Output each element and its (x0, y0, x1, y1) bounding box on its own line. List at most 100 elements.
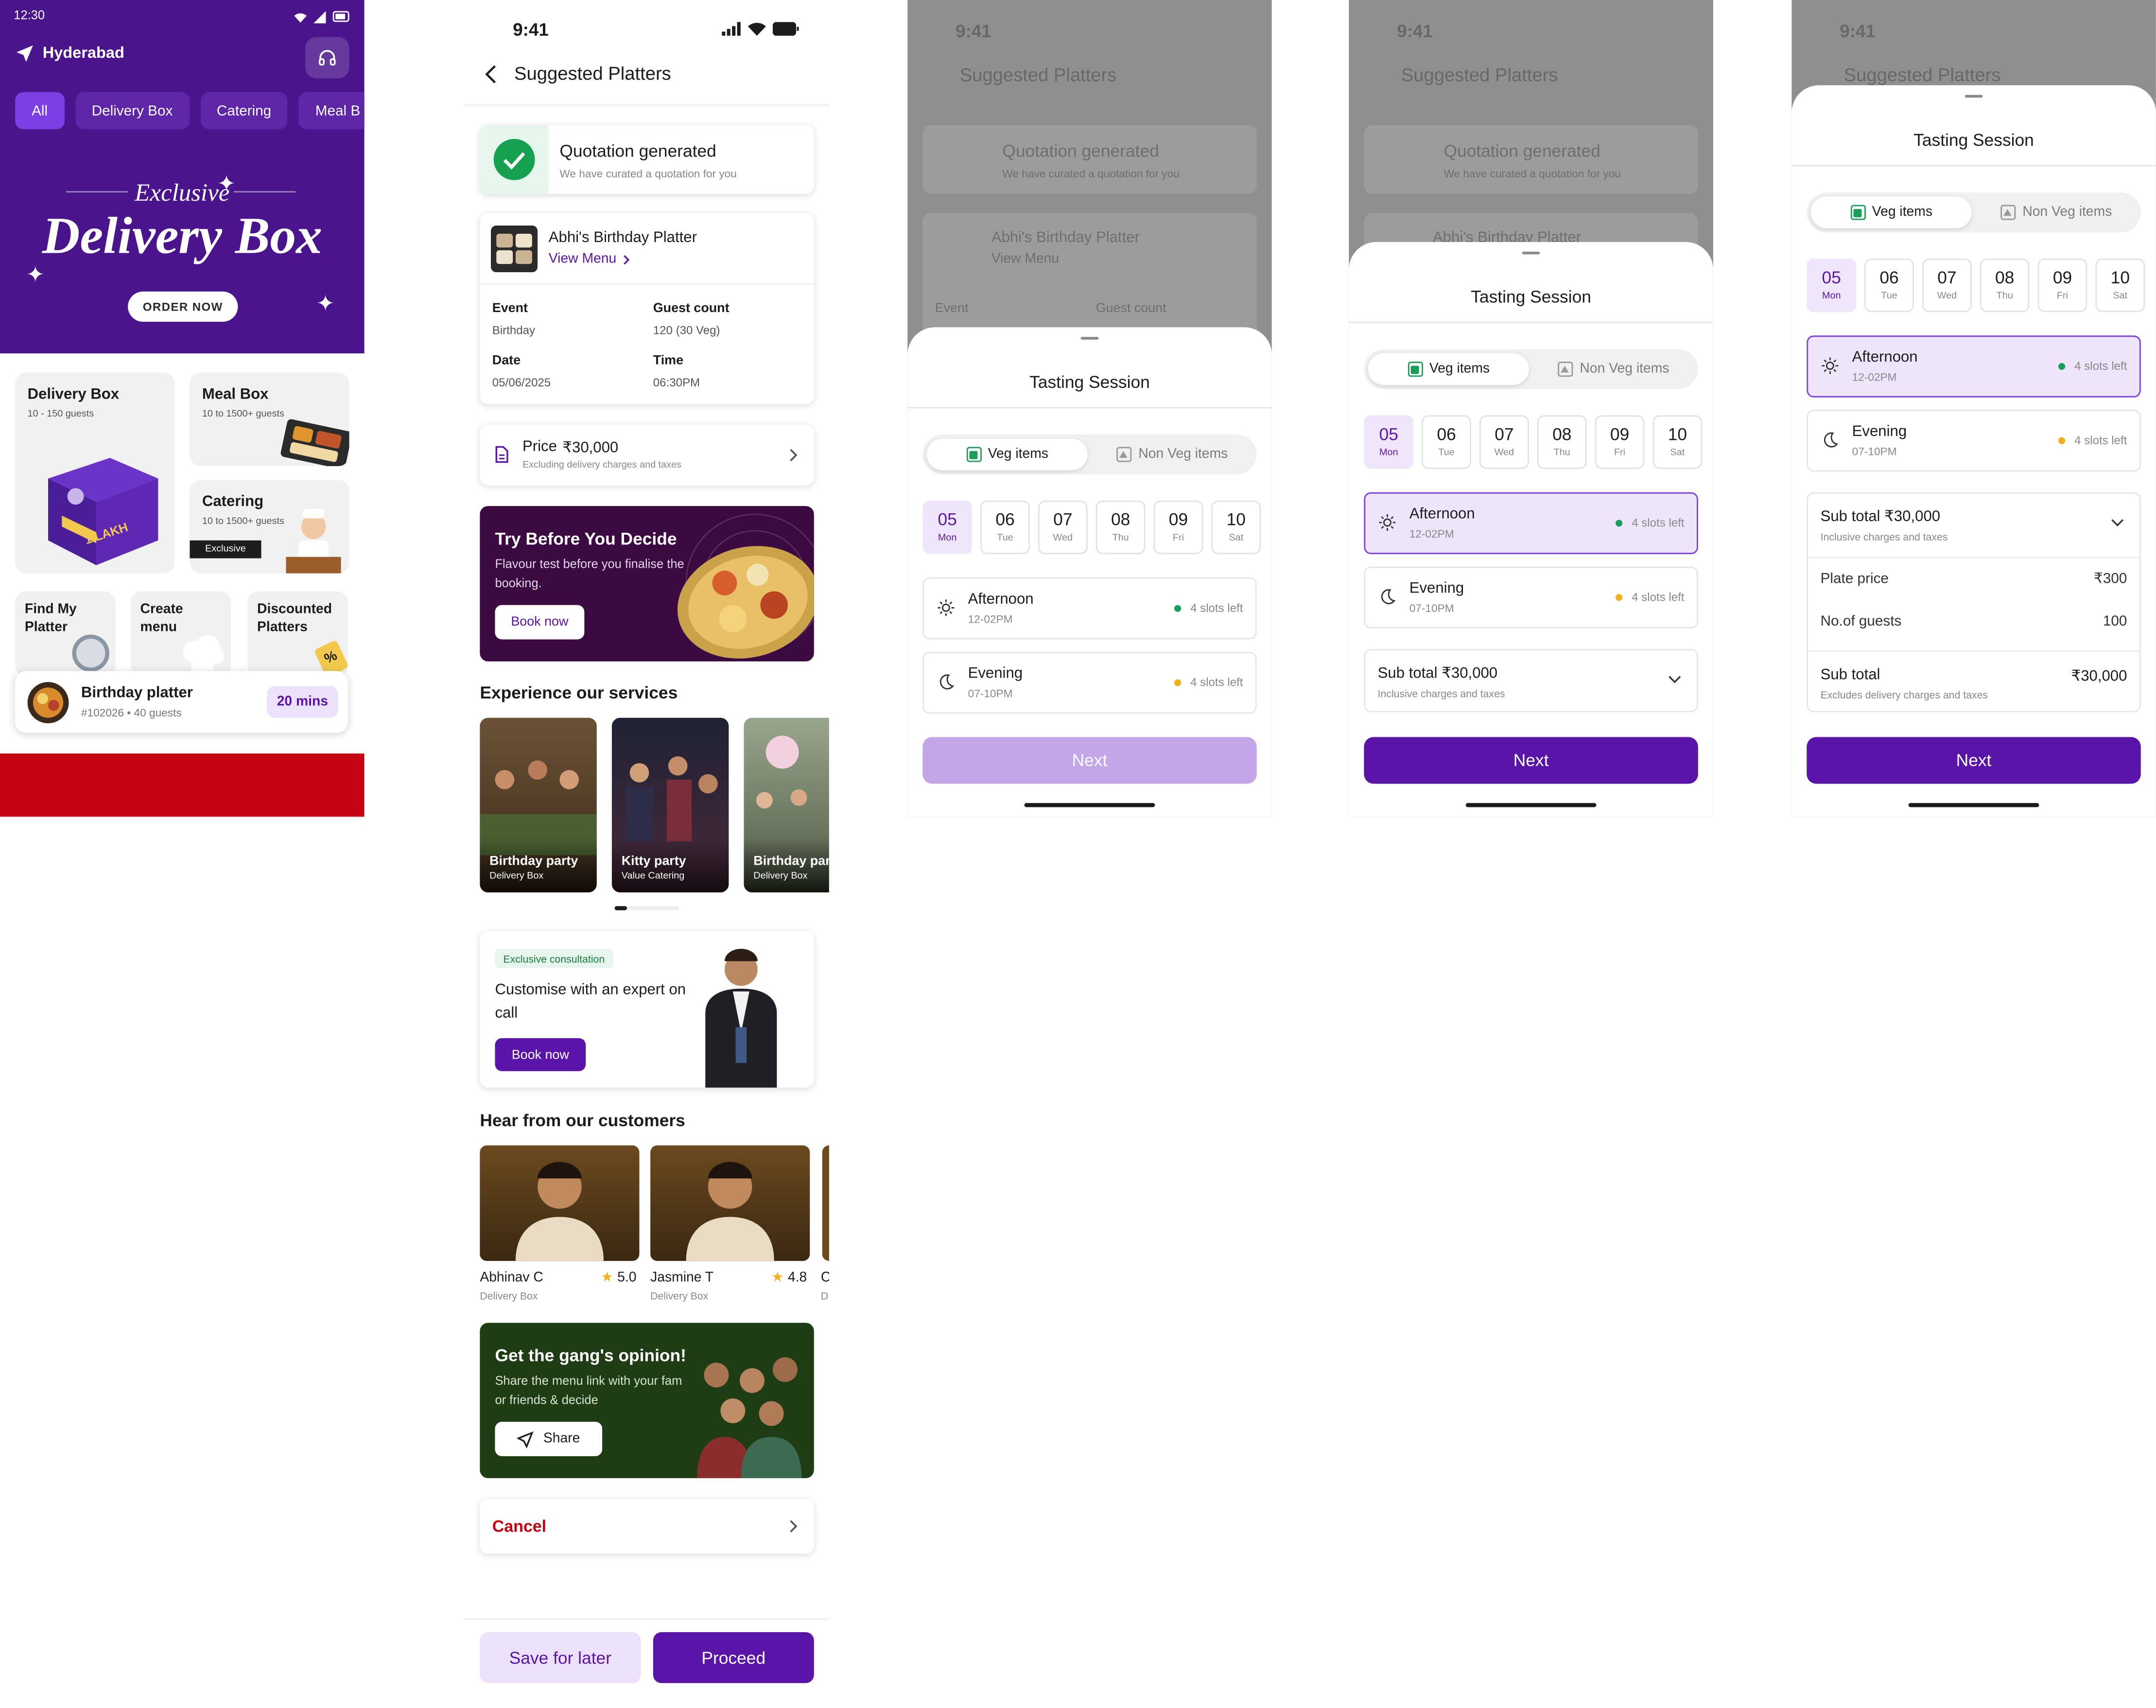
nonveg-tab[interactable]: Non Veg items (1092, 438, 1252, 470)
catering-card[interactable]: Catering 10 to 1500+ guests (190, 480, 349, 574)
afternoon-slot[interactable]: Afternoon 12-02PM 4 slots left (1364, 492, 1698, 555)
date-option[interactable]: 09 Fri (1595, 415, 1645, 469)
cancel-row[interactable]: Cancel (480, 1499, 814, 1554)
bg-quotation-title: Quotation generated (1443, 141, 1600, 161)
slots-left: 4 slots left (1174, 601, 1243, 615)
date-option[interactable]: 08 Thu (1980, 258, 2030, 313)
chip-catering[interactable]: Catering (200, 92, 288, 129)
location-selector[interactable]: Hyderabad (16, 45, 124, 62)
date-option[interactable]: 10 Sat (1652, 415, 1703, 469)
active-order-card[interactable]: Birthday platter #102026 • 40 guests 20 … (15, 671, 348, 733)
veg-icon (1407, 362, 1423, 377)
veg-tab[interactable]: Veg items (1368, 353, 1529, 385)
service-card-birthday[interactable]: Birthday party Delivery Box (480, 717, 597, 893)
date-option[interactable]: 06 Tue (1422, 415, 1472, 469)
bg-quotation-card: Quotation generated We have curated a qu… (922, 125, 1257, 194)
proceed-button[interactable]: Proceed (653, 1632, 814, 1683)
nonveg-tab[interactable]: Non Veg items (1976, 197, 2137, 228)
signal-icon (313, 10, 326, 23)
save-for-later-button[interactable]: Save for later (480, 1632, 641, 1683)
support-button[interactable] (305, 37, 349, 79)
sun-icon (1379, 514, 1396, 531)
date-option[interactable]: 07 Wed (1479, 415, 1529, 469)
sheet-grabber[interactable] (1522, 251, 1540, 255)
consult-book-now-button[interactable]: Book now (495, 1038, 586, 1071)
next-button[interactable]: Next (1364, 737, 1698, 784)
tasting-sheet-screen-2: 9:41 Suggested Platters Quotation genera… (1349, 0, 1713, 817)
star-icon: ★ (601, 1270, 613, 1286)
delivery-box-card[interactable]: Delivery Box 10 - 150 guests 1 LAKH (15, 372, 175, 574)
find-my-platter-card[interactable]: Find My Platter (15, 591, 116, 677)
try-book-now-button[interactable]: Book now (495, 605, 585, 640)
date-weekday: Fri (1172, 533, 1184, 543)
date-option[interactable]: 09 Fri (2037, 258, 2087, 313)
availability-dot (1174, 679, 1181, 686)
date-day: 08 (1111, 510, 1130, 530)
view-menu-label: View Menu (548, 251, 617, 267)
try-title: Try Before You Decide (495, 529, 677, 549)
wifi-icon (294, 12, 307, 22)
veg-tab[interactable]: Veg items (926, 438, 1088, 471)
suggested-platters-screen: 9:41 Suggested Platters Quotation genera… (465, 0, 829, 1708)
date-option[interactable]: 10 Sat (1211, 500, 1261, 555)
next-button-disabled[interactable]: Next (922, 737, 1257, 784)
date-option[interactable]: 09 Fri (1153, 500, 1203, 555)
date-option[interactable]: 05 Mon (1364, 415, 1414, 469)
sparkle-icon: ✦ (217, 173, 236, 197)
slot-name: Afternoon (1852, 349, 1918, 366)
slots-left-label: 4 slots left (1190, 601, 1243, 615)
date-option[interactable]: 06 Tue (1864, 258, 1914, 313)
platter-details-card: Abhi's Birthday Platter View Menu Event B… (480, 213, 814, 404)
date-option[interactable]: 05 Mon (922, 500, 973, 555)
sheet-grabber[interactable] (1965, 95, 1983, 98)
date-day: 09 (2052, 268, 2072, 288)
next-button[interactable]: Next (1807, 737, 2141, 784)
date-option[interactable]: 05 Mon (1807, 258, 1857, 313)
meal-box-card[interactable]: Meal Box 10 to 1500+ guests (190, 372, 349, 467)
create-menu-card[interactable]: Create menu (130, 591, 231, 677)
date-option[interactable]: 07 Wed (1922, 258, 1972, 313)
date-picker: 05 Mon 06 Tue 07 Wed 08 Thu 09 Fri 10 Sat (922, 500, 1261, 555)
veg-tab[interactable]: Veg items (1810, 196, 1972, 228)
sheet-grabber[interactable] (1080, 337, 1099, 340)
date-option[interactable]: 06 Tue (980, 500, 1030, 555)
share-button[interactable]: Share (495, 1422, 603, 1456)
evening-slot[interactable]: Evening 07-10PM 4 slots left (922, 651, 1257, 714)
slots-left: 4 slots left (1615, 516, 1685, 529)
afternoon-slot[interactable]: Afternoon 12-02PM 4 slots left (1807, 335, 2141, 398)
price-row[interactable]: Price ₹30,000 Excluding delivery charges … (480, 425, 814, 486)
chevron-right-icon (790, 1520, 798, 1533)
service-card-kitty[interactable]: Kitty party Value Catering (611, 717, 729, 893)
bg-page-title: Suggested Platters (1401, 64, 1558, 86)
slots-left-label: 4 slots left (2074, 359, 2127, 373)
nonveg-tab-label: Non Veg items (1138, 447, 1228, 462)
evening-slot[interactable]: Evening 07-10PM 4 slots left (1807, 410, 2141, 472)
subtotal-row[interactable]: Sub total ₹30,000 Inclusive charges and … (1364, 649, 1698, 713)
view-menu-link[interactable]: View Menu (549, 252, 630, 267)
date-option[interactable]: 08 Thu (1095, 500, 1146, 555)
date-option[interactable]: 07 Wed (1038, 500, 1088, 555)
customers-title: Hear from our customers (480, 1111, 685, 1131)
bg-quotation-subtitle: We have curated a quotation for you (1002, 168, 1180, 180)
share-label: Share (543, 1431, 580, 1447)
date-option[interactable]: 10 Sat (2095, 258, 2145, 313)
service-card-birthday-2[interactable]: Birthday party Delivery Box (744, 717, 829, 893)
back-arrow-icon[interactable] (484, 64, 498, 84)
chip-all[interactable]: All (15, 92, 65, 129)
slot-time: 12-02PM (1409, 528, 1454, 540)
discounted-platters-card[interactable]: Discounted Platters % (247, 591, 348, 677)
status-bar: 12:30 (14, 8, 350, 25)
nonveg-tab[interactable]: Non Veg items (1533, 353, 1694, 385)
subtotal-header[interactable]: Sub total ₹30,000 Inclusive charges and … (1808, 494, 2139, 557)
order-now-button[interactable]: ORDER NOW (128, 291, 238, 322)
delivery-box-illustration (48, 458, 158, 565)
afternoon-slot[interactable]: Afternoon 12-02PM 4 slots left (922, 577, 1257, 640)
chip-meal-box[interactable]: Meal B (298, 92, 365, 129)
chef-hat-icon (183, 635, 225, 671)
date-weekday: Wed (1494, 448, 1514, 458)
slot-time: 12-02PM (968, 613, 1013, 626)
chip-delivery-box[interactable]: Delivery Box (75, 92, 190, 129)
date-option[interactable]: 08 Thu (1537, 415, 1587, 469)
evening-slot[interactable]: Evening 07-10PM 4 slots left (1364, 566, 1698, 628)
slot-name: Evening (1409, 580, 1464, 597)
